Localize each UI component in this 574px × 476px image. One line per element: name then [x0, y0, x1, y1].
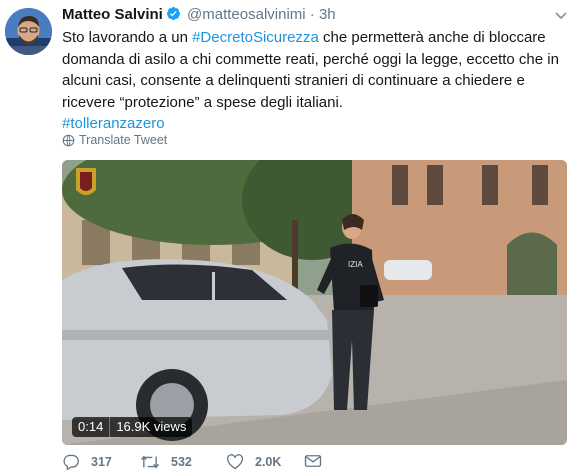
- envelope-icon: [304, 455, 322, 467]
- tweet-timestamp[interactable]: 3h: [319, 6, 336, 23]
- tweet-text: Sto lavorando a un #DecretoSicurezza che…: [62, 27, 562, 135]
- header-separator: ·: [309, 6, 315, 23]
- video-duration: 0:14: [78, 419, 104, 434]
- like-button[interactable]: 2.0K: [226, 454, 281, 470]
- translate-tweet-label: Translate Tweet: [79, 133, 168, 147]
- video-views: 16.9K views: [116, 419, 187, 434]
- tweet-text-part-1: Sto lavorando a un: [62, 29, 193, 46]
- direct-message-button[interactable]: [304, 454, 322, 468]
- hashtag-link-tolleranzazero[interactable]: #tolleranzazero: [62, 113, 562, 135]
- author-handle[interactable]: @matteosalvinimi: [187, 6, 306, 23]
- like-count: 2.0K: [255, 455, 282, 469]
- verified-badge-icon: [166, 6, 181, 25]
- tweet-actions: 317 532 2.0K: [62, 454, 362, 474]
- police-crest-icon: [76, 168, 96, 195]
- video-info-badge: 0:14 16.9K views: [72, 417, 193, 437]
- chevron-down-icon[interactable]: [554, 8, 568, 20]
- video-frame: IZIA: [62, 160, 567, 445]
- reply-icon: [63, 454, 79, 470]
- vest-text: IZIA: [348, 260, 363, 269]
- reply-count: 317: [91, 455, 112, 469]
- author-name[interactable]: Matteo Salvini: [62, 6, 163, 23]
- avatar[interactable]: [5, 8, 52, 55]
- tweet-card[interactable]: Matteo Salvini @matteosalvinimi · 3h Sto…: [0, 0, 574, 476]
- globe-icon: [62, 134, 75, 146]
- translate-tweet-link[interactable]: Translate Tweet: [62, 133, 167, 147]
- tweet-header: Matteo Salvini @matteosalvinimi · 3h: [62, 6, 336, 25]
- avatar-image: [5, 8, 52, 55]
- retweet-button[interactable]: 532: [140, 454, 192, 470]
- hashtag-link-decretosicurezza[interactable]: #DecretoSicurezza: [192, 29, 319, 46]
- video-player[interactable]: IZIA 0:14 16.9K views: [62, 160, 567, 445]
- reply-button[interactable]: 317: [62, 454, 112, 470]
- heart-icon: [227, 454, 243, 470]
- retweet-icon: [140, 455, 160, 469]
- retweet-count: 532: [171, 455, 192, 469]
